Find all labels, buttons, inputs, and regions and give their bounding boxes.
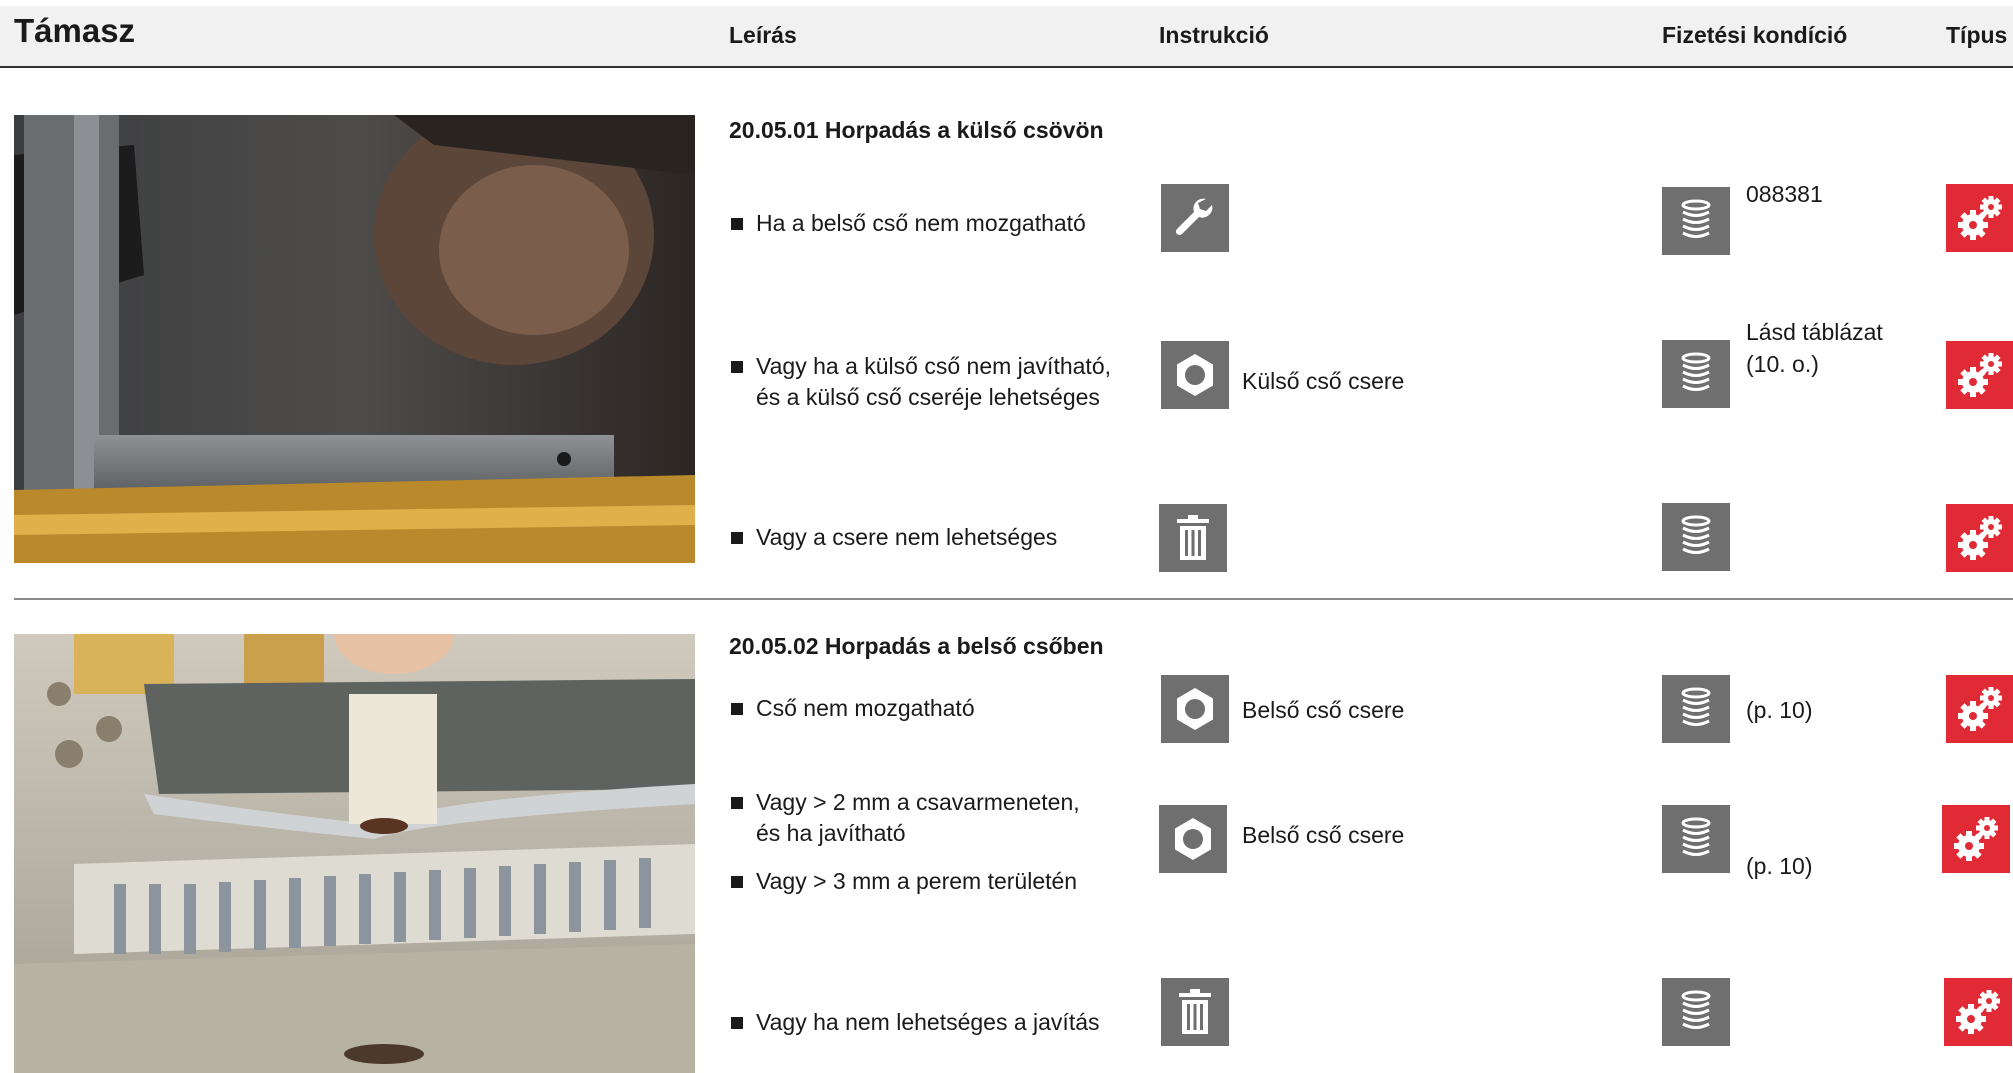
gears-icon: [1944, 978, 2012, 1046]
photo-inner-tube-dent: [14, 634, 695, 1073]
section-title-inner-dent: 20.05.02 Horpadás a belső csőben: [729, 633, 1104, 659]
trash-icon: [1159, 504, 1227, 572]
coin-stack-icon: [1662, 978, 1730, 1046]
gears-icon: [1946, 184, 2013, 252]
list-item: Vagy ha a külső cső nem javítható, és a …: [729, 351, 1176, 413]
payment-reference: (p. 10): [1746, 697, 1813, 723]
section-divider: [14, 598, 2013, 600]
coin-stack-icon: [1662, 187, 1730, 255]
column-header-payment: Fizetési kondíció: [1662, 22, 1848, 48]
gears-icon: [1942, 805, 2010, 873]
photo-outer-tube-dent: [14, 115, 695, 563]
coin-stack-icon: [1662, 503, 1730, 571]
coin-stack-icon: [1662, 805, 1730, 873]
column-header-instruction: Instrukció: [1159, 22, 1269, 48]
trash-icon: [1161, 978, 1229, 1046]
gears-icon: [1946, 341, 2013, 409]
list-item: Vagy > 3 mm a perem területén: [729, 866, 1176, 897]
page-title: Támasz: [14, 12, 136, 49]
wrench-icon: [1161, 184, 1229, 252]
column-header-type: Típus: [1946, 22, 2008, 48]
nut-icon: [1161, 341, 1229, 409]
column-header-description: Leírás: [729, 22, 797, 48]
list-item: Vagy ha nem lehetséges a javítás: [729, 1007, 1176, 1038]
gears-icon: [1946, 504, 2013, 572]
nut-icon: [1159, 805, 1227, 873]
payment-reference: Lásd táblázat (10. o.): [1746, 319, 1883, 377]
gears-icon: [1946, 675, 2013, 743]
list-item: Vagy > 2 mm a csavarmeneten, és ha javít…: [729, 787, 1176, 849]
list-item: Ha a belső cső nem mozgatható: [729, 208, 1176, 239]
nut-icon: [1161, 675, 1229, 743]
coin-stack-icon: [1662, 675, 1730, 743]
section-title-outer-dent: 20.05.01 Horpadás a külső csövön: [729, 117, 1104, 143]
list-item: Vagy a csere nem lehetséges: [729, 522, 1176, 553]
instruction-label: Belső cső csere: [1242, 822, 1405, 848]
payment-reference: (p. 10): [1746, 853, 1813, 879]
list-item: Cső nem mozgatható: [729, 693, 1176, 724]
coin-stack-icon: [1662, 340, 1730, 408]
instruction-label: Belső cső csere: [1242, 697, 1405, 723]
payment-code: 088381: [1746, 181, 1823, 207]
instruction-label: Külső cső csere: [1242, 368, 1405, 394]
